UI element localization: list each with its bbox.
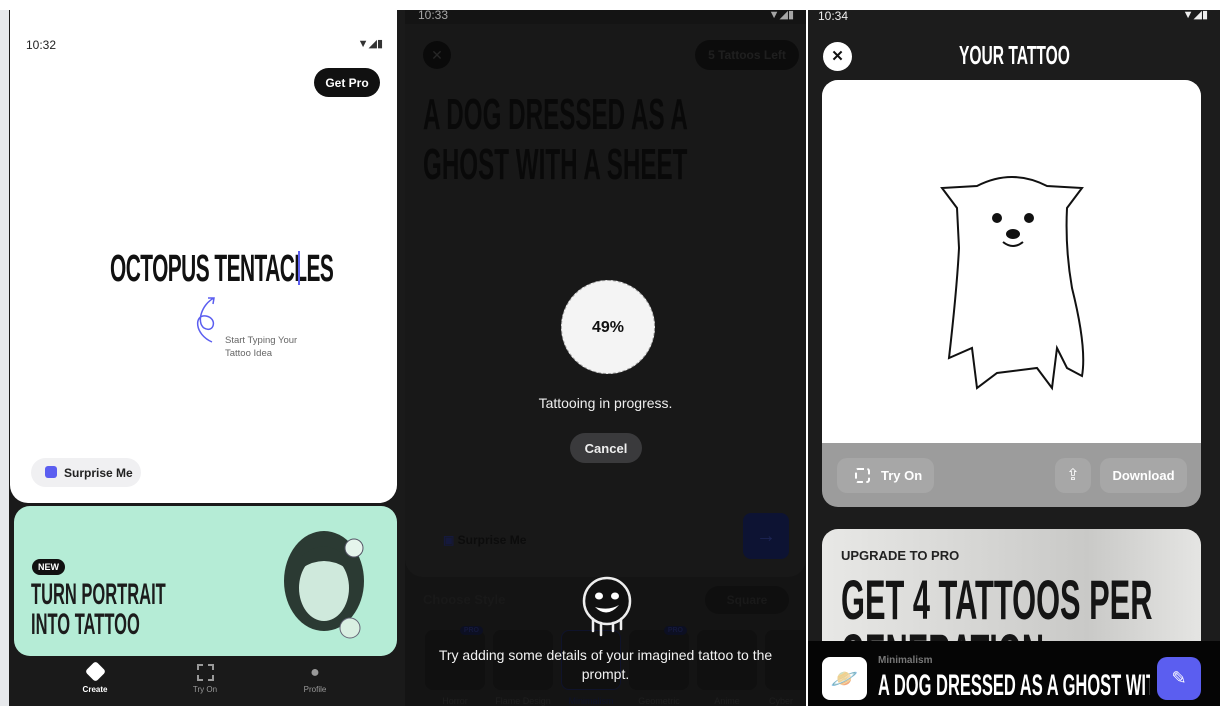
result-screen: 10:34 ▼◢▮ ✕ YOUR TATTOO Try On ⇪ Downloa… xyxy=(808,10,1220,706)
tip-text: Try adding some details of your imagined… xyxy=(438,647,773,682)
portrait-illustration xyxy=(284,531,364,639)
create-icon xyxy=(84,660,106,683)
status-icons: ▼◢▮ xyxy=(357,38,383,50)
nav-label: Try On xyxy=(192,685,218,694)
nav-label: Profile xyxy=(303,685,327,694)
prompt-card: 10:32 ▼◢▮ Get Pro OCTOPUS TENTACLES Star… xyxy=(10,10,397,503)
prompt-input[interactable]: OCTOPUS TENTACLES xyxy=(110,248,334,292)
new-badge: NEW xyxy=(32,559,65,575)
dice-icon xyxy=(45,466,57,478)
melting-smiley-icon xyxy=(582,576,632,637)
create-screen: 10:32 ▼◢▮ Get Pro OCTOPUS TENTACLES Star… xyxy=(0,10,405,706)
scan-frame-icon xyxy=(196,664,214,681)
progress-percent: 49% xyxy=(591,319,625,336)
screen-title: YOUR TATTOO xyxy=(958,40,1070,70)
tattoo-result-card: Try On ⇪ Download xyxy=(822,80,1201,507)
progress-status: Tattooing in progress. xyxy=(538,395,673,411)
status-icons: ▼◢▮ xyxy=(1182,10,1208,21)
upgrade-label: UPGRADE TO PRO xyxy=(841,548,960,563)
window-edge xyxy=(0,10,9,706)
cancel-button[interactable]: Cancel xyxy=(570,433,642,463)
try-on-label: Try On xyxy=(881,468,923,483)
person-icon: ● xyxy=(310,664,320,681)
style-name: Minimalism xyxy=(878,655,933,666)
prompt-bar: 🪐 Minimalism A DOG DRESSED AS A GHOST WI… xyxy=(808,641,1220,706)
download-button[interactable]: Download xyxy=(1100,458,1187,493)
prompt-text: A DOG DRESSED AS A GHOST WITH A SHEET xyxy=(878,669,1150,702)
nav-try-on[interactable]: Try On xyxy=(174,664,236,694)
nav-create[interactable]: Create xyxy=(64,660,126,694)
scan-icon xyxy=(855,468,870,483)
status-time: 10:32 xyxy=(26,38,57,52)
get-pro-button[interactable]: Get Pro xyxy=(314,68,380,97)
generating-screen: 10:33 ▼◢▮ ✕ 5 Tattoos Left A DOG DRESSED… xyxy=(405,10,806,706)
nav-label: Create xyxy=(82,685,108,694)
nav-profile[interactable]: ● Profile xyxy=(284,664,346,694)
promo-title-2: INTO TATTOO xyxy=(31,608,140,641)
edit-button[interactable]: ✎ xyxy=(1157,657,1201,700)
promo-title-1: TURN PORTRAIT xyxy=(31,578,166,611)
status-time: 10:34 xyxy=(818,10,849,23)
title-wrap: YOUR TATTOO xyxy=(808,40,1220,71)
hint-text: Start Typing Your Tattoo Idea xyxy=(225,335,298,359)
try-on-button[interactable]: Try On xyxy=(837,458,934,493)
surprise-me-label: Surprise Me xyxy=(64,465,133,480)
progress-blob: 49% xyxy=(561,280,655,374)
text-cursor xyxy=(298,251,300,285)
tattoo-image[interactable] xyxy=(822,80,1201,443)
surprise-me-button[interactable]: Surprise Me xyxy=(31,458,141,487)
portrait-promo-banner[interactable]: NEW TURN PORTRAIT INTO TATTOO xyxy=(14,506,397,656)
ghost-dog-drawing xyxy=(940,176,1085,391)
share-button[interactable]: ⇪ xyxy=(1055,458,1091,493)
curly-arrow-icon xyxy=(197,297,215,343)
upload-icon: ⇪ xyxy=(1066,467,1080,484)
style-thumbnail: 🪐 xyxy=(822,657,867,700)
bottom-nav: Create Try On ● Profile xyxy=(14,660,397,706)
prompt-text-wrap: A DOG DRESSED AS A GHOST WITH A SHEET xyxy=(878,669,1150,703)
pencil-icon: ✎ xyxy=(1171,668,1187,688)
